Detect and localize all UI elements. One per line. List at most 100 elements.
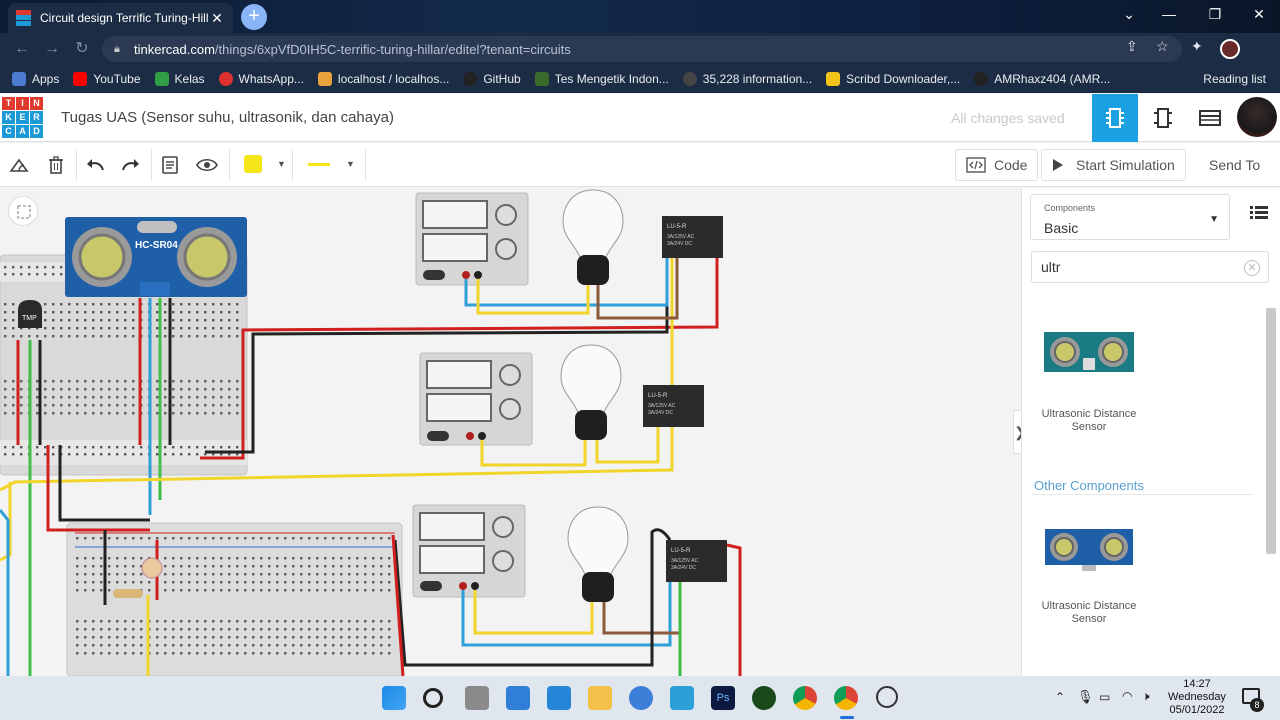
breadboard-hole	[212, 573, 215, 576]
breadboard-hole	[172, 327, 175, 330]
url-input[interactable]: 🔒︎ tinkercad.com/things/6xpVfD0IH5C-terr…	[102, 36, 1182, 62]
panel-scrollbar[interactable]	[1266, 308, 1276, 554]
breadboard-hole	[124, 319, 127, 322]
word-icon[interactable]	[629, 686, 653, 710]
system-clock[interactable]: 14:27 Wednesday 05/01/2022	[1164, 678, 1230, 717]
wifi-icon[interactable]: ◠	[1122, 689, 1132, 703]
reload-icon[interactable]: ↻	[70, 38, 94, 60]
notes-button[interactable]	[155, 151, 185, 179]
bookmark-amrhaxz[interactable]: AMRhaxz404 (AMR...	[974, 72, 1110, 86]
wire-color-swatch[interactable]	[244, 155, 262, 173]
circuit-view-button[interactable]	[1092, 94, 1138, 142]
bookmark-youtube[interactable]: YouTube	[73, 72, 141, 86]
breadboard-hole	[284, 581, 287, 584]
clear-search-icon[interactable]: ✕	[1244, 260, 1260, 276]
bookmark-whatsapp[interactable]: WhatsApp...	[218, 72, 304, 86]
breadboard-hole	[36, 453, 39, 456]
tray-expand-icon[interactable]: ⌃	[1055, 690, 1065, 704]
bookmark-information[interactable]: 35,228 information...	[682, 72, 812, 86]
store-icon[interactable]	[670, 686, 694, 710]
tab-close-icon[interactable]: ✕	[209, 10, 225, 27]
chevron-down-icon[interactable]: ▼	[277, 159, 286, 169]
fit-view-button[interactable]	[8, 196, 38, 226]
schematic-view-button[interactable]	[1140, 94, 1186, 142]
breadboard-hole	[4, 266, 7, 269]
circuit-drawing[interactable]: /* no-op */ HC-SR04 TMP LU-5-R 3A/125V A…	[0, 188, 1020, 676]
component-ultrasonic-other[interactable]: Ultrasonic Distance Sensor	[1024, 525, 1154, 626]
maximize-button[interactable]: ❐	[1192, 0, 1238, 30]
breadboard-hole	[76, 557, 79, 560]
minimize-button[interactable]: —	[1146, 0, 1192, 30]
bookmark-kelas[interactable]: Kelas	[154, 72, 205, 86]
photoshop-icon[interactable]: Ps	[711, 686, 735, 710]
bookmark-github[interactable]: GitHub	[463, 72, 521, 86]
tmp-label: TMP	[22, 315, 37, 322]
breadboard-hole	[12, 319, 15, 322]
breadboard-hole	[92, 636, 95, 639]
rotate-button[interactable]	[4, 151, 34, 179]
project-title[interactable]: Tugas UAS (Sensor suhu, ultrasonik, dan …	[61, 109, 394, 126]
breadboard-hole	[212, 446, 215, 449]
components-dropdown[interactable]: Components Basic ▼	[1030, 194, 1230, 240]
visibility-button[interactable]	[192, 151, 222, 179]
tinkercad-logo[interactable]: T I N K E R C A D	[2, 97, 43, 139]
breadboard-hole	[212, 537, 215, 540]
tinkercad-favicon-icon	[16, 10, 32, 26]
bookmark-tes-mengetik[interactable]: Tes Mengetik Indon...	[534, 72, 669, 86]
microphone-icon[interactable]: 🎙︎	[1077, 689, 1094, 705]
list-view-icon[interactable]	[1250, 206, 1268, 220]
breadboard-hole	[204, 396, 207, 399]
breadboard-hole	[100, 589, 103, 592]
logo-letter: C	[2, 125, 15, 138]
chevron-down-icon[interactable]: ▼	[346, 159, 355, 169]
app-icon[interactable]	[752, 686, 776, 710]
back-icon[interactable]: ←	[10, 38, 34, 60]
close-window-button[interactable]: ✕	[1236, 0, 1280, 30]
forward-icon[interactable]: →	[40, 38, 64, 60]
search-input[interactable]	[1041, 259, 1231, 275]
search-icon[interactable]	[423, 688, 443, 708]
breadboard-hole	[116, 311, 119, 314]
extensions-icon[interactable]: ✦	[1191, 38, 1203, 55]
chrome-active-icon[interactable]	[834, 686, 858, 710]
breadboard-hole	[52, 327, 55, 330]
start-simulation-button[interactable]: Start Simulation	[1041, 149, 1186, 181]
component-list-view-button[interactable]	[1187, 94, 1233, 142]
breadboard-hole	[68, 388, 71, 391]
share-icon[interactable]: ⇪	[1126, 38, 1138, 55]
delete-button[interactable]	[41, 151, 71, 179]
bookmark-localhost[interactable]: localhost / localhos...	[317, 72, 449, 86]
bookmark-star-icon[interactable]: ☆	[1156, 38, 1169, 55]
breadboard-hole	[84, 557, 87, 560]
undo-button[interactable]	[80, 151, 110, 179]
wire-type-swatch[interactable]	[308, 163, 330, 166]
vscode-icon[interactable]	[547, 686, 571, 710]
task-view-icon[interactable]	[465, 686, 489, 710]
obs-icon[interactable]	[876, 686, 898, 708]
reading-list-button[interactable]: Reading list	[1203, 72, 1266, 86]
breadboard-hole	[44, 404, 47, 407]
chrome-icon[interactable]	[793, 686, 817, 710]
breadboard-hole	[116, 380, 119, 383]
send-to-button[interactable]: Send To	[1199, 149, 1271, 181]
components-caption: Components	[1044, 203, 1096, 213]
code-button[interactable]: Code	[955, 149, 1039, 181]
battery-icon[interactable]: ▭	[1099, 690, 1110, 704]
user-avatar[interactable]	[1237, 97, 1277, 137]
windows-start-icon[interactable]	[382, 686, 406, 710]
widgets-icon[interactable]	[506, 686, 530, 710]
browser-tab[interactable]: Circuit design Terrific Turing-Hill ✕	[8, 3, 233, 33]
new-tab-button[interactable]: +	[241, 4, 267, 30]
breadboard-hole	[212, 636, 215, 639]
component-search[interactable]: ✕	[1031, 251, 1269, 283]
bookmark-scribd[interactable]: Scribd Downloader,...	[826, 72, 960, 86]
breadboard-hole	[292, 628, 295, 631]
component-ultrasonic-basic[interactable]: Ultrasonic Distance Sensor	[1024, 328, 1154, 434]
circuit-canvas[interactable]: /* no-op */ HC-SR04 TMP	[0, 188, 1020, 676]
bookmark-apps[interactable]: Apps	[12, 72, 59, 86]
volume-icon[interactable]: 🕨︎	[1142, 689, 1150, 704]
breadboard-hole	[108, 628, 111, 631]
redo-button[interactable]	[116, 151, 146, 179]
file-explorer-icon[interactable]	[588, 686, 612, 710]
browser-profile-avatar[interactable]	[1220, 39, 1240, 59]
